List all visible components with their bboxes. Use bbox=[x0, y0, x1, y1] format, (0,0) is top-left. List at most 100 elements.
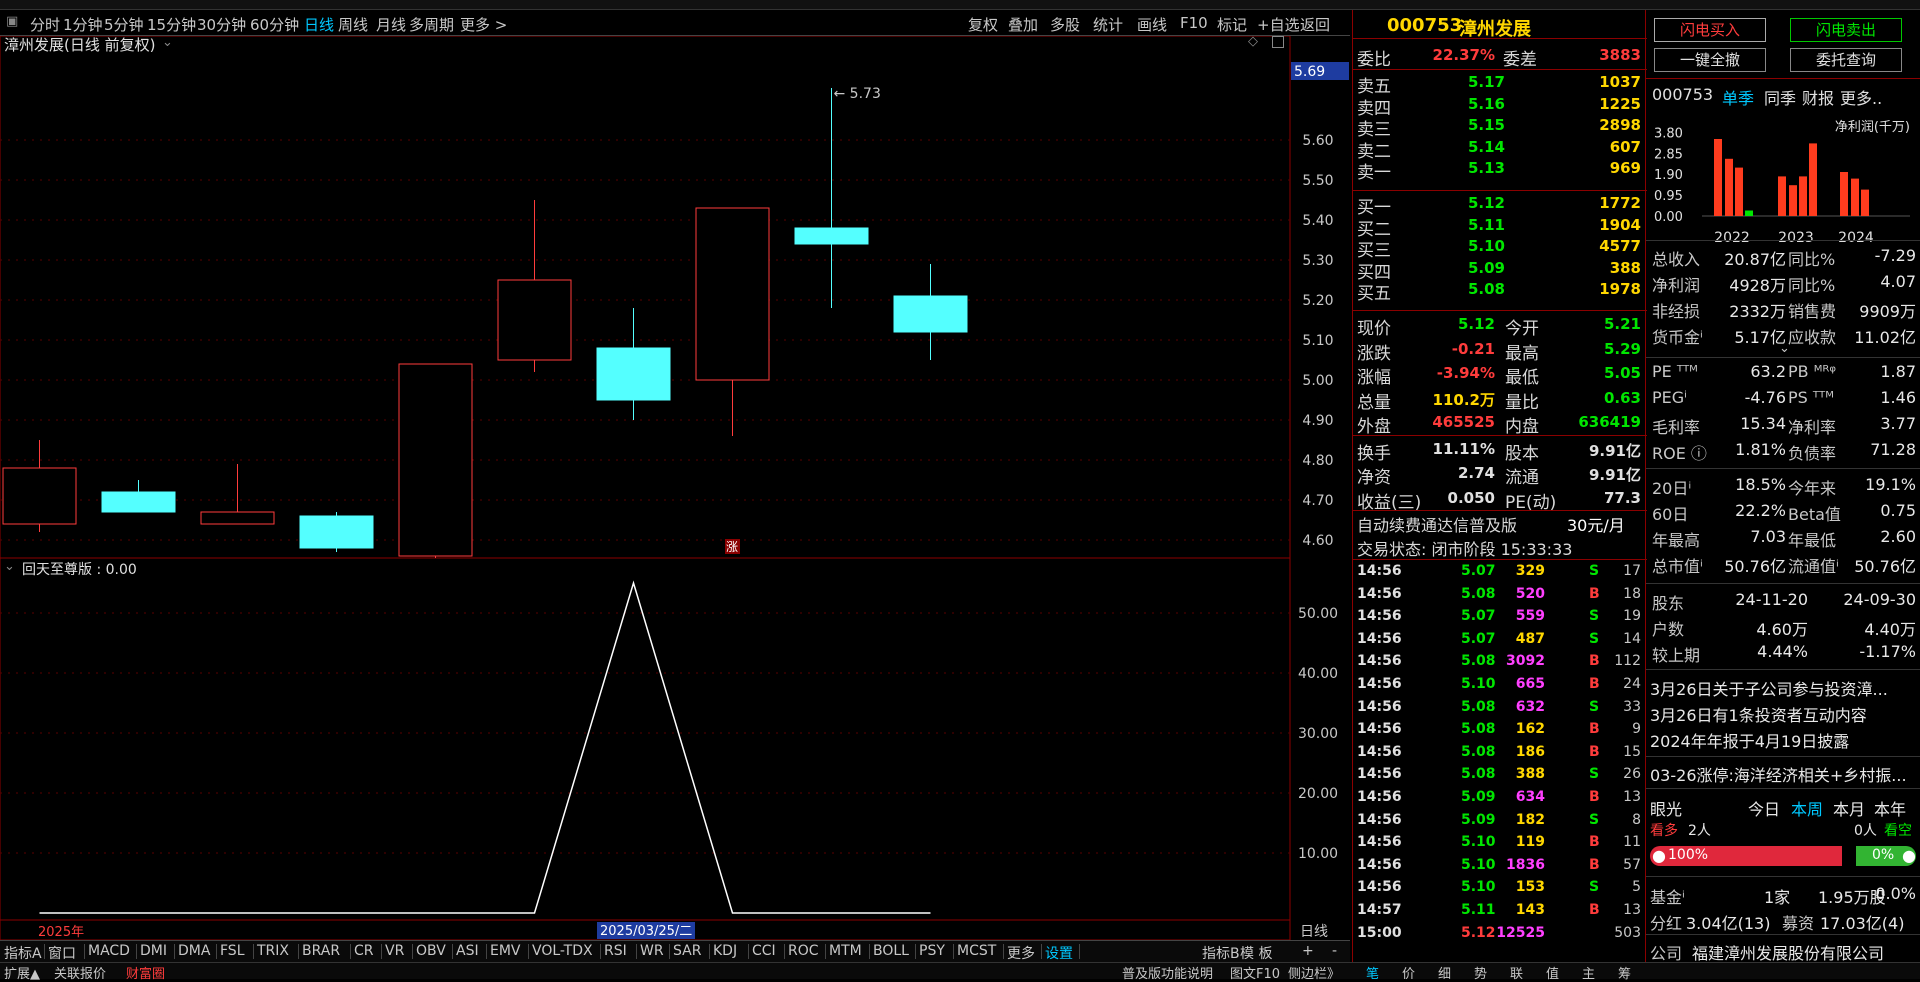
status-right-0[interactable]: 普及版功能说明 bbox=[1122, 963, 1213, 982]
toolbar-action-6[interactable]: 标记 bbox=[1217, 14, 1247, 35]
indicator-tab-1[interactable]: 窗口 bbox=[48, 943, 76, 963]
eye-tab-3[interactable]: 本年 bbox=[1874, 796, 1906, 820]
indicator-tab-8[interactable]: CR bbox=[354, 943, 374, 959]
fin-tab-1[interactable]: 同季 bbox=[1764, 85, 1796, 109]
status-left-0[interactable]: 扩展▲ bbox=[4, 963, 40, 982]
ad-text[interactable]: 自动续费通达信普及版 bbox=[1357, 512, 1517, 536]
bull-percent: 100% bbox=[1668, 847, 1709, 863]
fin-tab-2[interactable]: 财报 bbox=[1802, 85, 1834, 109]
indicator-right-2[interactable]: + bbox=[1302, 943, 1314, 959]
indicator-panel[interactable]: 50.00 40.00 30.00 20.00 10.00 2025年 2025/03/25… bbox=[0, 557, 1350, 941]
news-item[interactable]: 3月26日有1条投资者互动内容 bbox=[1650, 702, 1867, 726]
bear-count: 0人 bbox=[1854, 823, 1877, 839]
quote-tab-7[interactable]: 筹 bbox=[1618, 963, 1631, 982]
toolbar-action-1[interactable]: 叠加 bbox=[1008, 14, 1038, 35]
indicator-tab-14[interactable]: RSI bbox=[604, 943, 627, 959]
status-left-1[interactable]: 关联报价 bbox=[54, 963, 106, 982]
toolbar-pin-icon[interactable]: ▣ bbox=[6, 14, 18, 29]
tick-side: B bbox=[1589, 585, 1600, 602]
indicator-tab-10[interactable]: OBV bbox=[416, 943, 446, 959]
indicator-tab-19[interactable]: ROC bbox=[788, 943, 819, 959]
tick-price: 5.08 bbox=[1461, 743, 1496, 760]
period-tab-5[interactable]: 60分钟 bbox=[250, 14, 299, 35]
toolbar-action-3[interactable]: 统计 bbox=[1093, 14, 1123, 35]
quote-tab-4[interactable]: 联 bbox=[1510, 963, 1523, 982]
chevron-down-icon[interactable]: ⌄ bbox=[162, 35, 173, 50]
quote-tab-5[interactable]: 值 bbox=[1546, 963, 1559, 982]
indicator-tab-17[interactable]: KDJ bbox=[713, 943, 737, 959]
period-tab-1[interactable]: 1分钟 bbox=[63, 14, 103, 35]
kline-chart[interactable]: 5.60 5.50 5.40 5.30 5.20 5.10 5.00 4.90 4.80 4.70… bbox=[0, 34, 1350, 576]
indicator-tab-16[interactable]: SAR bbox=[673, 943, 701, 959]
period-tab-6[interactable]: 日线 bbox=[304, 14, 334, 35]
cancel-all-button[interactable]: 一键全撤 bbox=[1654, 48, 1766, 72]
status-right-2[interactable]: 侧边栏》 bbox=[1288, 963, 1340, 982]
period-tab-0[interactable]: 分时 bbox=[30, 14, 60, 35]
indicator-right-0[interactable]: 指标B bbox=[1202, 943, 1240, 963]
indicator-right-3[interactable]: - bbox=[1332, 943, 1337, 959]
status-right-1[interactable]: 图文F10 bbox=[1230, 963, 1280, 982]
indicator-tab-4[interactable]: DMA bbox=[178, 943, 210, 959]
toolbar-action-2[interactable]: 多股 bbox=[1050, 14, 1080, 35]
period-tab-9[interactable]: 多周期 bbox=[409, 14, 454, 35]
indicator-tab-13[interactable]: VOL-TDX bbox=[532, 943, 593, 959]
indicator-tab-3[interactable]: DMI bbox=[140, 943, 167, 959]
quote-tab-3[interactable]: 势 bbox=[1474, 963, 1487, 982]
tick-count: 14 bbox=[1623, 630, 1641, 647]
y-tick-label: 4.80 bbox=[1302, 453, 1333, 469]
period-tab-3[interactable]: 15分钟 bbox=[147, 14, 196, 35]
indicator-tab-20[interactable]: MTM bbox=[829, 943, 862, 959]
flash-buy-button[interactable]: 闪电买入 bbox=[1654, 18, 1766, 42]
indicator-right-1[interactable]: 模 板 bbox=[1240, 943, 1272, 963]
valuation-row-value: -4.76 bbox=[1744, 388, 1786, 407]
indicator-tab-21[interactable]: BOLL bbox=[873, 943, 909, 959]
indicator-tab-23[interactable]: MCST bbox=[957, 943, 996, 959]
news-item[interactable]: 3月26日关于子公司参与投资漳... bbox=[1650, 676, 1888, 700]
indicator-tab-22[interactable]: PSY bbox=[919, 943, 945, 959]
quote-tab-6[interactable]: 主 bbox=[1582, 963, 1595, 982]
eye-tab-0[interactable]: 今日 bbox=[1748, 796, 1780, 820]
indicator-tab-25[interactable]: 设置 bbox=[1045, 943, 1073, 963]
quote-tab-2[interactable]: 细 bbox=[1438, 963, 1451, 982]
fin-row-label: 非经损 bbox=[1652, 302, 1701, 321]
period-tab-7[interactable]: 周线 bbox=[338, 14, 368, 35]
indicator-tab-18[interactable]: CCI bbox=[752, 943, 776, 959]
news-item[interactable]: 2024年年报于4月19日披露 bbox=[1650, 728, 1849, 752]
indicator-tab-11[interactable]: ASI bbox=[456, 943, 479, 959]
diamond-icon[interactable]: ◇ bbox=[1248, 34, 1258, 49]
status-left-2[interactable]: 财富圈 bbox=[126, 963, 165, 982]
flash-sell-button[interactable]: 闪电卖出 bbox=[1790, 18, 1902, 42]
indicator-tab-7[interactable]: BRAR bbox=[302, 943, 340, 959]
indicator-tab-24[interactable]: 更多 bbox=[1007, 943, 1035, 963]
toolbar-action-5[interactable]: F10 bbox=[1180, 14, 1208, 32]
ad-price[interactable]: 30元/月 bbox=[1567, 512, 1625, 536]
toolbar-action-0[interactable]: 复权 bbox=[968, 14, 998, 35]
indicator-tab-2[interactable]: MACD bbox=[88, 943, 130, 959]
chevron-down-icon[interactable]: ⌄ bbox=[4, 559, 15, 574]
indicator-tab-0[interactable]: 指标A bbox=[4, 943, 42, 963]
eye-tab-1[interactable]: 本周 bbox=[1791, 796, 1823, 820]
toolbar-action-7[interactable]: +自选 bbox=[1257, 14, 1300, 35]
expand-chevron-icon[interactable]: ⌄ bbox=[1779, 341, 1790, 356]
fin-tab-3[interactable]: 更多.. bbox=[1840, 85, 1882, 109]
maximize-icon[interactable] bbox=[1272, 36, 1284, 48]
period-tab-10[interactable]: 更多 > bbox=[460, 14, 507, 35]
period-tab-8[interactable]: 月线 bbox=[376, 14, 406, 35]
order-query-button[interactable]: 委托查询 bbox=[1790, 48, 1902, 72]
limit-up-news[interactable]: 03-26涨停:海洋经济相关+乡村振... bbox=[1650, 762, 1907, 786]
fin-tab-0[interactable]: 单季 bbox=[1722, 85, 1754, 109]
toolbar-action-4[interactable]: 画线 bbox=[1137, 14, 1167, 35]
indicator-tab-9[interactable]: VR bbox=[385, 943, 404, 959]
period-tab-2[interactable]: 5分钟 bbox=[104, 14, 144, 35]
eye-tab-2[interactable]: 本月 bbox=[1833, 796, 1865, 820]
indicator-tab-15[interactable]: WR bbox=[640, 943, 664, 959]
period-tab-4[interactable]: 30分钟 bbox=[197, 14, 246, 35]
indicator-tab-5[interactable]: FSL bbox=[220, 943, 245, 959]
eye-label: 眼光 bbox=[1650, 800, 1683, 819]
stat-label-2: 股本 bbox=[1505, 443, 1539, 464]
quote-tab-1[interactable]: 价 bbox=[1402, 963, 1415, 982]
indicator-tab-6[interactable]: TRIX bbox=[257, 943, 289, 959]
quote-tab-0[interactable]: 笔 bbox=[1366, 963, 1379, 982]
indicator-tab-12[interactable]: EMV bbox=[490, 943, 521, 959]
toolbar-action-8[interactable]: 返回 bbox=[1300, 14, 1330, 35]
